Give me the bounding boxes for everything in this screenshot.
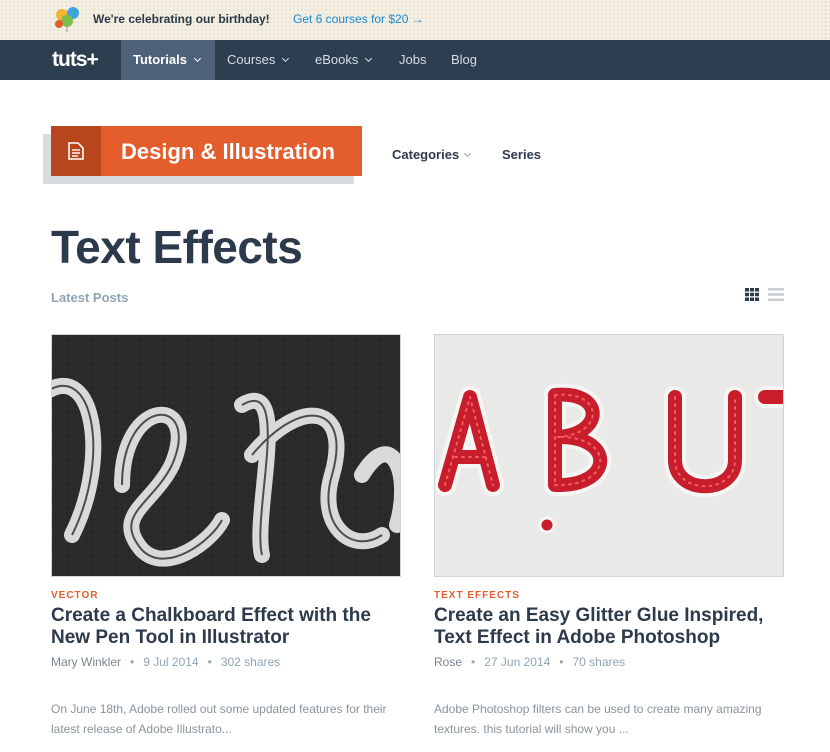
nav-item-label: eBooks — [315, 52, 359, 67]
meta-separator: • — [130, 655, 135, 669]
document-icon — [68, 142, 84, 160]
nav-item-label: Courses — [227, 52, 276, 67]
nav-item-courses[interactable]: Courses — [227, 40, 290, 80]
categories-label: Categories — [392, 147, 460, 162]
category-title: Design & Illustration — [121, 139, 335, 164]
promo-text: We're celebrating our birthday! — [93, 12, 270, 26]
post-title[interactable]: Create a Chalkboard Effect with the New … — [51, 605, 401, 649]
promo-link[interactable]: Get 6 courses for $20 → — [293, 12, 424, 26]
page-title: Text Effects — [51, 221, 303, 273]
main-nav: tuts+ Tutorials Courses eBooks Jobs Blog — [0, 40, 830, 80]
tuts-logo[interactable]: tuts+ — [52, 48, 99, 72]
post-meta: Rose • 27 Jun 2014 • 70 shares — [434, 655, 625, 669]
post-category[interactable]: VECTOR — [51, 590, 99, 601]
nav-item-jobs[interactable]: Jobs — [399, 40, 426, 80]
post-card: TEXT EFFECTS Create an Easy Glitter Glue… — [434, 334, 784, 736]
post-date: 27 Jun 2014 — [484, 655, 551, 669]
post-date: 9 Jul 2014 — [143, 655, 199, 669]
chevron-down-icon — [282, 54, 290, 63]
post-excerpt: On June 18th, Adobe rolled out some upda… — [51, 702, 387, 736]
post-author[interactable]: Mary Winkler — [51, 655, 121, 669]
post-thumbnail-chalkboard[interactable] — [51, 334, 401, 577]
meta-separator: • — [207, 655, 212, 669]
post-category[interactable]: TEXT EFFECTS — [434, 590, 520, 601]
post-shares: 302 shares — [220, 655, 281, 669]
category-banner[interactable]: Design & Illustration — [51, 126, 362, 176]
nav-item-label: Tutorials — [133, 52, 187, 67]
banner-icon-box — [51, 126, 101, 176]
list-view-icon[interactable] — [768, 288, 784, 301]
grid-view-icon[interactable] — [745, 288, 759, 301]
post-card: VECTOR Create a Chalkboard Effect with t… — [51, 334, 401, 736]
post-shares: 70 shares — [572, 655, 626, 669]
categories-dropdown[interactable]: Categories — [392, 147, 472, 162]
post-thumbnail-glitter[interactable] — [434, 334, 784, 577]
chevron-down-icon — [464, 149, 472, 158]
post-title[interactable]: Create an Easy Glitter Glue Inspired, Te… — [434, 605, 784, 649]
nav-item-tutorials[interactable]: Tutorials — [121, 40, 215, 80]
nav-item-label: Blog — [451, 52, 478, 67]
meta-separator: • — [559, 655, 564, 669]
post-excerpt: Adobe Photoshop filters can be used to c… — [434, 702, 762, 736]
chevron-down-icon — [193, 54, 201, 63]
promo-bar: We're celebrating our birthday! Get 6 co… — [0, 0, 830, 40]
post-meta: Mary Winkler • 9 Jul 2014 • 302 shares — [51, 655, 280, 669]
balloons-icon — [55, 7, 79, 32]
chevron-down-icon — [365, 54, 373, 63]
latest-posts-heading: Latest Posts — [51, 290, 129, 305]
nav-item-ebooks[interactable]: eBooks — [315, 40, 373, 80]
series-link[interactable]: Series — [502, 147, 541, 162]
nav-item-label: Jobs — [399, 52, 427, 67]
post-author[interactable]: Rose — [434, 655, 462, 669]
meta-separator: • — [471, 655, 476, 669]
nav-item-blog[interactable]: Blog — [451, 40, 477, 80]
